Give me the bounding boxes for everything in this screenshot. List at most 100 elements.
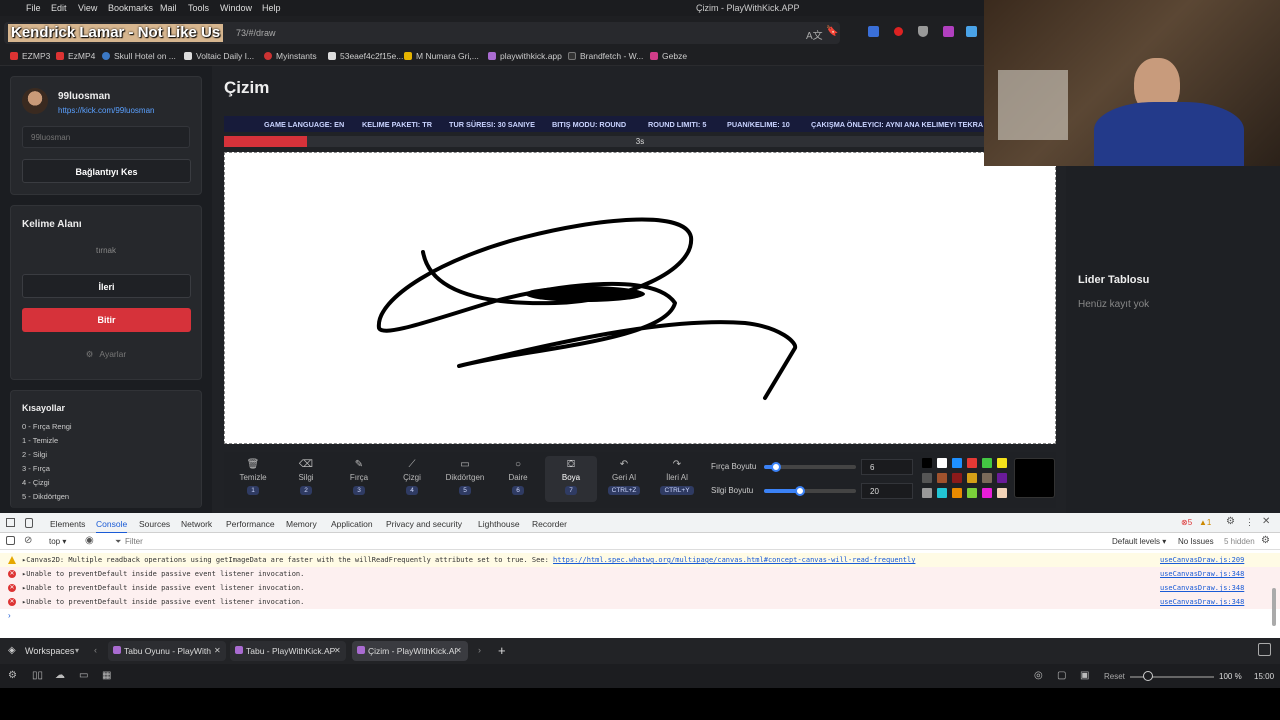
color-swatch[interactable] [982,458,992,468]
issues-indicator[interactable]: No Issues [1178,537,1214,546]
console-log-row[interactable]: ✕ ▸Unable to preventDefault inside passi… [0,567,1280,581]
calendar-icon[interactable]: ▦ [102,670,111,681]
close-icon[interactable]: ✕ [214,646,221,655]
menu-view[interactable]: View [78,3,97,13]
console-filter-input[interactable] [125,535,425,548]
close-icon[interactable]: ✕ [334,646,341,655]
log-source[interactable]: useCanvasDraw.js:209 [1160,553,1244,567]
brush-size-input[interactable]: 6 [861,459,913,475]
browser-tab[interactable]: Tabu Oyunu - PlayWith [108,641,226,661]
color-swatch[interactable] [967,473,977,483]
current-color-swatch[interactable] [1014,458,1055,498]
color-swatch[interactable] [922,458,932,468]
settings-icon[interactable]: ⚙ [8,670,17,681]
inspect-icon[interactable] [6,518,15,527]
chevron-left-icon[interactable]: ‹ [94,645,97,655]
log-link[interactable]: https://html.spec.whatwg.org/multipage/c… [553,556,915,564]
color-swatch[interactable] [982,488,992,498]
warning-count[interactable]: ▲1 [1199,518,1211,527]
tool-clear-button[interactable]: 🗑 Temizle 1 [229,456,277,502]
color-swatch[interactable] [952,488,962,498]
bookmark-item[interactable]: Gebze [650,51,687,61]
tool-eraser-button[interactable]: ⌫ Silgi 2 [282,456,330,502]
color-swatch[interactable] [922,488,932,498]
bookmark-item[interactable]: playwithkick.app [488,51,562,61]
zoom-slider-knob[interactable] [1143,671,1153,681]
device-toggle-icon[interactable] [25,518,33,528]
chevron-right-icon[interactable]: › [478,645,481,655]
tool-brush-button[interactable]: ✎ Fırça 3 [335,456,383,502]
clear-console-icon[interactable]: ⊘ [24,535,32,546]
eye-icon[interactable]: ◉ [85,535,94,546]
tile-icon[interactable]: ▢ [1057,670,1066,681]
tool-line-button[interactable]: ⟋ Çizgi 4 [388,456,436,502]
extension-icon[interactable] [894,27,903,36]
browser-tab-active[interactable]: Çizim - PlayWithKick.Al [352,641,468,661]
color-swatch[interactable] [952,473,962,483]
bookmark-item[interactable]: Voltaic Daily I... [184,51,254,61]
image-icon[interactable]: ▣ [1080,670,1089,681]
tab-application[interactable]: Application [331,519,373,529]
console-log-row[interactable]: ✕ ▸Unable to preventDefault inside passi… [0,581,1280,595]
bookmark-item[interactable]: Myinstants [264,51,317,61]
console-log-row[interactable]: ▸Canvas2D: Multiple readback operations … [0,553,1280,567]
tab-elements[interactable]: Elements [50,519,85,529]
color-swatch[interactable] [997,488,1007,498]
color-swatch[interactable] [937,473,947,483]
tab-memory[interactable]: Memory [286,519,317,529]
tab-recorder[interactable]: Recorder [532,519,567,529]
console-prompt[interactable]: › [8,611,11,620]
bookmark-item[interactable]: EzMP4 [56,51,95,61]
new-tab-icon[interactable]: + [498,643,506,658]
bookmark-icon[interactable]: 🔖 [826,26,838,37]
extension-icon[interactable] [966,26,977,37]
console-scrollbar[interactable] [1272,588,1276,626]
panel-toggle-icon[interactable]: ▯▯ [32,670,43,681]
sidebar-toggle-icon[interactable] [6,536,15,545]
log-source[interactable]: useCanvasDraw.js:348 [1160,595,1244,609]
window-icon[interactable]: ▭ [79,670,88,681]
settings-button[interactable]: ⚙ Ayarlar [22,349,190,360]
close-icon[interactable]: ✕ [1262,516,1270,527]
color-swatch[interactable] [997,458,1007,468]
menu-mail[interactable]: Mail [160,3,177,13]
tool-rectangle-button[interactable]: ▭ Dikdörtgen 5 [441,456,489,502]
eraser-size-knob[interactable] [795,486,805,496]
next-button[interactable]: İleri [22,274,191,298]
color-swatch[interactable] [967,458,977,468]
more-options-icon[interactable]: ⋮ [1245,517,1254,528]
menu-file[interactable]: File [26,3,41,13]
bookmark-item[interactable]: M Numara Gri,... [404,51,479,61]
tool-undo-button[interactable]: ↶ Geri Al CTRL+Z [600,456,648,502]
tab-console[interactable]: Console [96,519,128,534]
chevron-down-icon[interactable]: ▾ [75,646,79,655]
color-swatch[interactable] [922,473,932,483]
color-swatch[interactable] [967,488,977,498]
color-swatch[interactable] [982,473,992,483]
tab-network[interactable]: Network [181,519,212,529]
log-levels-select[interactable]: Default levels ▾ [1112,537,1166,546]
close-icon[interactable]: ✕ [455,646,462,655]
gear-icon[interactable]: ⚙ [1261,535,1270,546]
cloud-icon[interactable]: ☁ [55,670,65,681]
capture-icon[interactable]: ◎ [1034,670,1043,681]
profile-link[interactable]: https://kick.com/99luosman [58,106,154,115]
shield-icon[interactable] [918,26,928,37]
menu-edit[interactable]: Edit [51,3,67,13]
tab-lighthouse[interactable]: Lighthouse [478,519,520,529]
tool-circle-button[interactable]: ○ Daire 6 [494,456,542,502]
context-select[interactable]: top ▾ [49,537,66,546]
color-swatch[interactable] [952,458,962,468]
drawing-canvas[interactable] [224,152,1056,444]
zoom-reset-button[interactable]: Reset [1104,672,1125,681]
tool-bucket-button[interactable]: ⛋ Boya 7 [545,456,597,502]
color-swatch[interactable] [937,458,947,468]
color-swatch[interactable] [997,473,1007,483]
finish-button[interactable]: Bitir [22,308,191,332]
error-count[interactable]: ⊗5 [1181,518,1192,527]
tab-privacy[interactable]: Privacy and security [386,519,462,529]
menu-bookmarks[interactable]: Bookmarks [108,3,153,13]
menu-help[interactable]: Help [262,3,281,13]
eraser-size-input[interactable]: 20 [861,483,913,499]
menu-tools[interactable]: Tools [188,3,209,13]
